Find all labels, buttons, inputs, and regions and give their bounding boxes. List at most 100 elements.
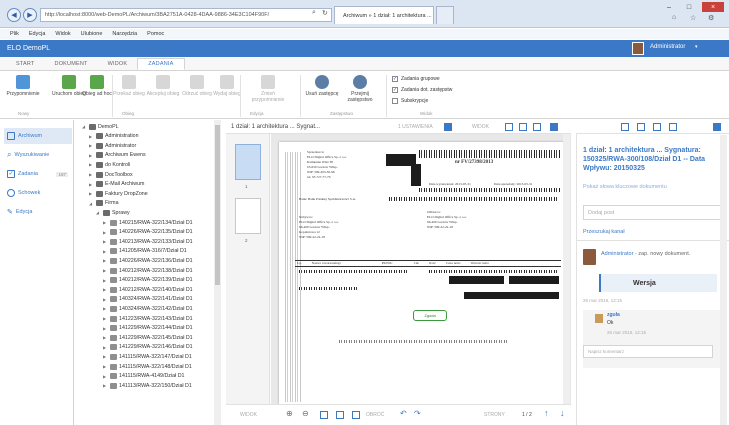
menu-item-help[interactable]: Pomoc	[147, 31, 164, 37]
collapsed-arrow-icon[interactable]: ▶	[103, 374, 108, 379]
fit-page-icon[interactable]	[550, 123, 558, 131]
deputy-tasks-checkbox[interactable]: ✓ Zadania dot. zastępstw	[392, 87, 452, 93]
user-name[interactable]: Administrator	[650, 44, 685, 50]
collapsed-arrow-icon[interactable]: ▶	[103, 306, 108, 311]
tree-node-folder[interactable]: ▶ Archiwum Ewens	[89, 151, 146, 160]
nav-wyszukiwanie[interactable]: ⌕ Wyszukiwanie	[4, 147, 72, 163]
rotate-right-icon[interactable]: ↷	[414, 409, 421, 418]
next-page-icon[interactable]: ↓	[560, 408, 565, 418]
tree-node-file[interactable]: ▶ 141229/RWA-322/145/Dział D1	[103, 333, 193, 342]
tree-node-folder[interactable]: ▶ do Kontroli	[89, 160, 130, 169]
collapsed-arrow-icon[interactable]: ▶	[103, 364, 108, 369]
page-scrollbar[interactable]	[563, 134, 570, 404]
reminder-button[interactable]: Przypomnienie	[6, 75, 40, 97]
tree-node-folder[interactable]: ◢ Sprawy	[96, 208, 130, 217]
two-page-icon[interactable]	[519, 123, 527, 131]
viewer-view-label[interactable]: WIDOK	[472, 124, 489, 130]
tree-node-file[interactable]: ▶ 140226/RWA-322/136/Dział D1	[103, 256, 193, 265]
tree-node-file[interactable]: ▶ 141113/RWA-322/150/Dział D1	[103, 381, 192, 390]
checkbox-box[interactable]	[392, 98, 398, 104]
browser-tab-active[interactable]: Archiwum » 1 dział: 1 architektura ... ×	[334, 6, 434, 24]
favorites-star-icon[interactable]: ☆	[690, 14, 696, 22]
address-bar[interactable]: http://localhost:8000/web-DemoPL/Archiwu…	[40, 8, 332, 22]
collapsed-arrow-icon[interactable]: ▶	[103, 326, 108, 331]
post-input[interactable]: Dodaj post	[583, 205, 723, 220]
full-screen-icon[interactable]	[352, 411, 360, 419]
accept-workflow-button[interactable]: Akceptuj obieg	[146, 75, 180, 97]
maximize-icon[interactable]: □	[680, 2, 698, 12]
tree-scrollbar-thumb[interactable]	[215, 125, 220, 285]
layout-icon[interactable]	[444, 123, 452, 131]
checkbox-box[interactable]: ✓	[392, 76, 398, 82]
tab-start[interactable]: START	[6, 58, 45, 70]
tree-node-file[interactable]: ▶ 140324/RWA-322/141/Dział D1	[103, 295, 193, 304]
group-tasks-checkbox[interactable]: ✓ Zadania grupowe	[392, 76, 440, 82]
tree-node-file[interactable]: ▶ 140212/RWA-322/140/Dział D1	[103, 285, 193, 294]
user-avatar[interactable]	[632, 42, 644, 55]
collapsed-arrow-icon[interactable]: ▶	[89, 172, 94, 177]
back-icon[interactable]: ◀	[7, 8, 21, 22]
prev-page-icon[interactable]: ↑	[544, 408, 549, 418]
collapsed-arrow-icon[interactable]: ▶	[103, 297, 108, 302]
collapsed-arrow-icon[interactable]: ▶	[103, 345, 108, 350]
menu-item-favorites[interactable]: Ulubione	[81, 31, 103, 37]
expanded-arrow-icon[interactable]: ◢	[82, 124, 87, 129]
collapsed-arrow-icon[interactable]: ▶	[89, 191, 94, 196]
tree-node-file[interactable]: ▶ 141115/RWA-322/148/Dział D1	[103, 362, 192, 371]
forward-workflow-button[interactable]: Przekaż obieg	[112, 75, 146, 97]
tree-node-file[interactable]: ▶ 140215/RWA-322/134/Dział D1	[103, 218, 193, 227]
page-thumbnail-2[interactable]	[235, 198, 261, 234]
collapsed-arrow-icon[interactable]: ▶	[103, 268, 108, 273]
change-reminder-button[interactable]: Zmień przypomnienie	[248, 75, 288, 103]
tree-node-folder[interactable]: ▶ Administrator	[89, 141, 136, 150]
tree-node-file[interactable]: ▶ 140226/RWA-322/135/Dział D1	[103, 228, 193, 237]
nav-archiwum[interactable]: Archiwum	[4, 128, 72, 144]
feed-icon[interactable]	[669, 122, 677, 131]
comment-input[interactable]: Napisz komentarz	[583, 345, 713, 358]
collapsed-arrow-icon[interactable]: ▶	[103, 354, 108, 359]
metadata-icon[interactable]	[637, 122, 645, 131]
collapsed-arrow-icon[interactable]: ▶	[89, 153, 94, 158]
collapsed-arrow-icon[interactable]: ▶	[103, 249, 108, 254]
collapsed-arrow-icon[interactable]: ▶	[89, 134, 94, 139]
tree-node-file[interactable]: ▶ 141229/RWA-322/146/Dział D1	[103, 343, 193, 352]
minimize-icon[interactable]: –	[660, 2, 678, 12]
user-menu-chevron-icon[interactable]: ▾	[695, 44, 698, 50]
menu-item-tools[interactable]: Narzędzia	[112, 31, 137, 37]
tree-node-folder[interactable]: ▶ Administration	[89, 132, 139, 141]
fit-icon[interactable]	[320, 411, 328, 419]
collapsed-arrow-icon[interactable]: ▶	[103, 239, 108, 244]
feed-author[interactable]: Administrator	[601, 251, 633, 257]
tree-node-file[interactable]: ▶ 141223/RWA-322/143/Dział D1	[103, 314, 193, 323]
take-over-deputy-button[interactable]: Przejmij zastępstwo	[340, 75, 380, 103]
panel-toggle-icon[interactable]	[713, 122, 721, 131]
comment-author[interactable]: zguła	[607, 312, 620, 318]
settings-gear-icon[interactable]: ⚙	[708, 14, 714, 22]
tab-dokument[interactable]: DOKUMENT	[45, 58, 98, 70]
tree-node-file[interactable]: ▶ 141229/RWA-322/144/Dział D1	[103, 324, 193, 333]
show-keywords-link[interactable]: Pokaż słowa kluczowe dokumentu	[583, 184, 667, 190]
collapsed-arrow-icon[interactable]: ▶	[103, 220, 108, 225]
zoom-in-icon[interactable]: ⊕	[286, 409, 293, 418]
single-page-icon[interactable]	[505, 123, 513, 131]
nav-zadania[interactable]: ✓ Zadania 187	[4, 166, 72, 182]
collapsed-arrow-icon[interactable]: ▶	[103, 287, 108, 292]
tree-node-folder[interactable]: ◢ DemoPL	[82, 122, 119, 131]
collapsed-arrow-icon[interactable]: ▶	[89, 182, 94, 187]
remove-deputy-button[interactable]: Usuń zastępcę	[305, 75, 339, 97]
tree-node-file[interactable]: ▶ 141115/RWA-4149/Dział D1	[103, 372, 184, 381]
fit-width-icon[interactable]	[533, 123, 541, 131]
history-icon[interactable]	[653, 122, 661, 131]
tree-node-file[interactable]: ▶ 140212/RWA-322/139/Dział D1	[103, 276, 193, 285]
tree-node-file[interactable]: ▶ 140213/RWA-322/133/Dział D1	[103, 237, 193, 246]
collapsed-arrow-icon[interactable]: ▶	[103, 335, 108, 340]
search-feed-link[interactable]: Przeszukaj kanał	[583, 229, 625, 235]
tab-zadania[interactable]: ZADANIA	[137, 58, 185, 70]
tree-node-folder[interactable]: ◢ Firma	[89, 199, 119, 208]
feed-version-card[interactable]: Wersja	[599, 274, 717, 292]
nav-edycja[interactable]: ✎ Edycja	[4, 204, 72, 220]
info-icon[interactable]	[621, 122, 629, 131]
expanded-arrow-icon[interactable]: ◢	[89, 201, 94, 206]
tree-node-file[interactable]: ▶ 140324/RWA-322/142/Dział D1	[103, 304, 193, 313]
viewer-settings-label[interactable]: 1 USTAWIENIA	[398, 124, 433, 130]
